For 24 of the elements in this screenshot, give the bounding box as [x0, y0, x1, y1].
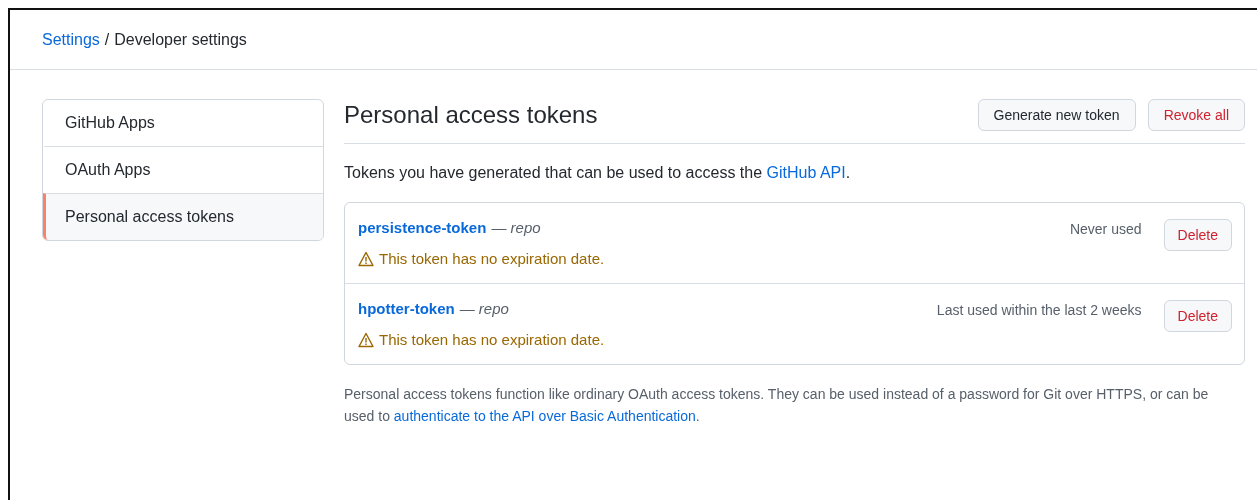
generate-button[interactable]: Generate new token	[977, 99, 1136, 131]
breadcrumb-link[interactable]: Settings	[42, 30, 100, 49]
api-link[interactable]: GitHub API	[766, 164, 846, 181]
page-title: Personal access tokens	[344, 101, 598, 129]
token-name-link[interactable]: persistence-token	[358, 219, 487, 236]
token-scope: — repo	[459, 300, 509, 317]
delete-button[interactable]: Delete	[1163, 219, 1232, 251]
token-scope: — repo	[491, 219, 541, 236]
sidebar-item[interactable]: Personal access tokens	[43, 193, 323, 240]
token-name-link[interactable]: hpotter-token	[358, 300, 455, 317]
warning-icon	[358, 250, 374, 267]
warning-icon	[358, 331, 374, 348]
delete-button[interactable]: Delete	[1163, 300, 1232, 332]
note-text: Personal access tokens function like ordinary OAuth access tokens. They can be used instead of a password for Git over HTTPS, or can be used to authenticate to the API over Basic Authentication.	[344, 385, 1210, 426]
sidebar-item[interactable]: GitHub Apps	[43, 100, 323, 146]
breadcrumb-current: Developer settings	[114, 30, 247, 49]
warning-text: This token has no expiration date.	[379, 250, 605, 267]
warning-text: This token has no expiration date.	[379, 331, 605, 348]
auth-link[interactable]: authenticate to the API over Basic Authentication	[393, 408, 696, 424]
token-usage: Never used	[1069, 220, 1142, 237]
token-usage: Last used within the last 2 weeks	[936, 301, 1142, 318]
description-text: Tokens you have generated that can be used to access the GitHub API.	[344, 164, 852, 182]
breadcrumb-separator: /	[104, 30, 110, 49]
revoke-button[interactable]: Revoke all	[1147, 99, 1245, 131]
